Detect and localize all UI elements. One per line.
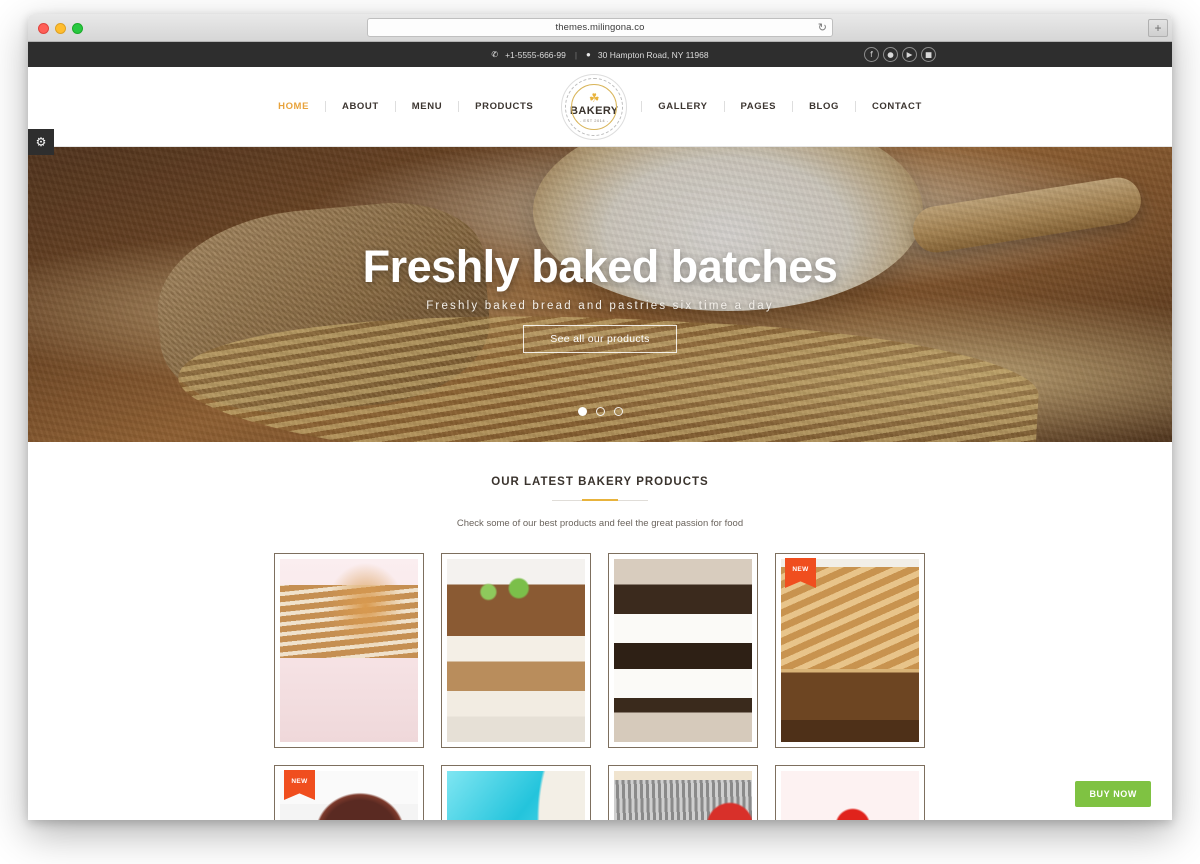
product-image-tiramisu	[447, 559, 585, 742]
section-subtitle: Check some of our best products and feel…	[456, 518, 744, 529]
social-links: f ● ▶ ■	[864, 47, 936, 62]
facebook-icon[interactable]: f	[864, 47, 879, 62]
slider-dot-1[interactable]	[577, 407, 587, 416]
browser-chrome-bar: themes.milingona.co ↻ +	[28, 14, 1172, 42]
address-bar[interactable]: themes.milingona.co ↻	[367, 18, 833, 37]
address-text: 30 Hampton Road, NY 11968	[597, 49, 709, 60]
browser-window: themes.milingona.co ↻ + ✆ +1-5555-666-99…	[28, 14, 1172, 820]
hero-subtitle: Freshly baked bread and pastries six tim…	[426, 300, 774, 313]
window-traffic-lights	[38, 23, 83, 34]
reload-icon[interactable]: ↻	[818, 22, 827, 35]
nav-item-about[interactable]: ABOUT	[326, 101, 396, 112]
top-info-bar: ✆ +1-5555-666-99 | ● 30 Hampton Road, NY…	[28, 42, 1172, 67]
divider-accent	[582, 499, 618, 501]
nav-item-products[interactable]: PRODUCTS	[459, 101, 547, 112]
phone-number[interactable]: +1-5555-666-99	[505, 50, 566, 60]
url-text: themes.milingona.co	[555, 22, 645, 33]
nav-item-home[interactable]: HOME	[262, 101, 327, 112]
product-card[interactable]	[441, 553, 591, 748]
instagram-icon[interactable]: ■	[921, 47, 936, 62]
hero-slider: Freshly baked batches Freshly baked brea…	[28, 147, 1172, 442]
product-card[interactable]	[608, 553, 758, 748]
phone-icon: ✆	[491, 50, 499, 59]
section-divider	[552, 499, 648, 502]
settings-gear-icon[interactable]: ⚙	[28, 129, 54, 155]
nav-item-menu[interactable]: MENU	[396, 101, 460, 112]
product-grid: NEW NEW	[274, 553, 926, 820]
page-viewport: ✆ +1-5555-666-99 | ● 30 Hampton Road, NY…	[28, 42, 1172, 820]
section-title: OUR LATEST BAKERY PRODUCTS	[491, 476, 709, 488]
main-navigation: HOME ABOUT MENU PRODUCTS ☘ BAKERY - EST …	[262, 73, 938, 140]
nav-item-contact[interactable]: CONTACT	[856, 101, 938, 112]
minimize-window-button[interactable]	[55, 23, 66, 34]
youtube-icon[interactable]: ▶	[902, 47, 917, 62]
slider-pagination	[28, 407, 1172, 416]
product-image-croissant-with-apple	[614, 771, 752, 820]
product-image-blue-fabric-cup	[447, 771, 585, 820]
contact-info: ✆ +1-5555-666-99 | ● 30 Hampton Road, NY…	[491, 50, 708, 60]
separator: |	[574, 49, 578, 60]
nav-item-pages[interactable]: PAGES	[725, 101, 794, 112]
nav-item-gallery[interactable]: GALLERY	[641, 101, 725, 112]
product-image-honey-layer-cake	[280, 559, 418, 742]
product-image-ice-cream-sandwich	[614, 559, 752, 742]
location-pin-icon: ●	[586, 50, 591, 59]
nav-item-blog[interactable]: BLOG	[793, 101, 856, 112]
slider-dot-3[interactable]	[613, 407, 623, 416]
hero-content: Freshly baked batches Freshly baked brea…	[28, 147, 1172, 442]
maximize-window-button[interactable]	[72, 23, 83, 34]
product-card[interactable]	[441, 765, 591, 820]
product-card[interactable]: NEW	[274, 765, 424, 820]
logo-inner-ring	[571, 83, 618, 130]
product-image-sliced-multigrain-bread	[781, 559, 919, 742]
product-image-cherry-cupcake	[781, 771, 919, 820]
site-header: ⚙ HOME ABOUT MENU PRODUCTS ☘ BAKERY - ES…	[28, 67, 1172, 155]
buy-now-button[interactable]: BUY NOW	[1075, 781, 1151, 807]
twitter-icon[interactable]: ●	[883, 47, 898, 62]
new-tab-button[interactable]: +	[1148, 19, 1168, 37]
site-logo[interactable]: ☘ BAKERY - EST 2014 -	[561, 73, 628, 140]
close-window-button[interactable]	[38, 23, 49, 34]
product-card[interactable]	[274, 553, 424, 748]
see-all-products-button[interactable]: See all our products	[523, 325, 677, 354]
hero-title: Freshly baked batches	[362, 241, 838, 292]
product-card[interactable]	[775, 765, 925, 820]
slider-dot-2[interactable]	[595, 407, 605, 416]
products-section: OUR LATEST BAKERY PRODUCTS Check some of…	[28, 442, 1172, 820]
product-card[interactable]: NEW	[775, 553, 925, 748]
product-card[interactable]	[608, 765, 758, 820]
